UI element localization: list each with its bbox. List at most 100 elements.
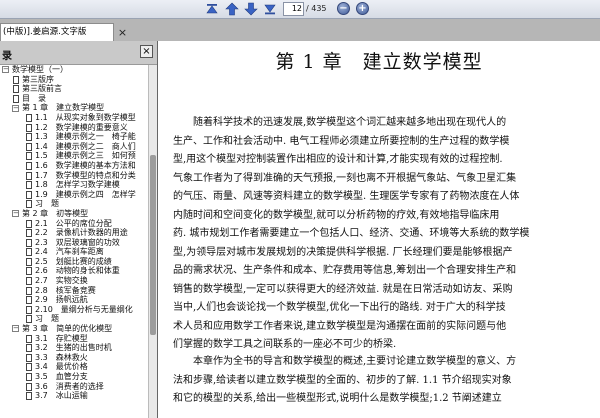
bookmark-label: 3.5 血管分支 xyxy=(35,372,88,381)
bookmark-label: 第三版前言 xyxy=(22,84,62,94)
bookmark-item[interactable]: − 第 2 章 初等模型 xyxy=(0,209,148,219)
text-line: 品的需求状况、生产条件和成本、贮存费用等信息,筹划出一个合理安排生产和 xyxy=(173,265,517,276)
bookmark-item[interactable]: 1.4 建模示例之二 商人们 xyxy=(0,142,148,152)
page-icon xyxy=(26,334,32,343)
page-icon xyxy=(26,152,32,161)
page-icon xyxy=(26,305,32,314)
text-line: 和它的模型的关系,给出一些模型形式,说明什么是数学模型;1.2 节阐述建立 xyxy=(173,393,502,404)
last-page-icon xyxy=(264,4,276,15)
bookmark-item[interactable]: 1.8 怎样学习数学建模 xyxy=(0,180,148,190)
prev-page-button[interactable] xyxy=(225,2,239,16)
page-icon xyxy=(26,123,32,132)
document-tab[interactable]: (中版)].姜启源.文字版 xyxy=(0,23,114,41)
page-icon xyxy=(26,142,32,151)
next-page-button[interactable] xyxy=(244,2,258,16)
bookmark-label: 1.5 建模示例之三 如何预 xyxy=(35,151,136,161)
bookmark-item[interactable]: 3.5 血管分支 xyxy=(0,372,148,382)
bookmark-label: 3.7 冰山运输 xyxy=(35,391,88,401)
bookmark-item[interactable]: 3.2 生猪的出售时机 xyxy=(0,343,148,353)
bookmark-item[interactable]: 1.9 建模示例之四 怎样学 xyxy=(0,190,148,200)
arrow-up-icon xyxy=(225,2,239,16)
page-icon xyxy=(26,353,32,362)
text-line: 当中,人们也会谈论找一个数学模型,优化一下出行的路线. 对于广大的科学技 xyxy=(173,302,506,313)
bookmark-item[interactable]: 2.6 动物的身长和体重 xyxy=(0,266,148,276)
bookmark-label: 2.4 汽车刹车距离 xyxy=(35,247,104,257)
bookmark-item[interactable]: − 第 1 章 建立数学模型 xyxy=(0,103,148,113)
bookmark-item[interactable]: 习 题 xyxy=(0,314,148,324)
bookmark-label: 2.1 公平的席位分配 xyxy=(35,218,112,228)
bookmark-label: 1.9 建模示例之四 怎样学 xyxy=(35,189,136,199)
bookmark-item[interactable]: 3.7 冰山运输 xyxy=(0,391,148,401)
bookmark-item[interactable]: 2.9 扬帆远航 xyxy=(0,295,148,305)
close-icon[interactable]: × xyxy=(116,26,129,39)
bookmark-item[interactable]: 2.10 量纲分析与无量纲化 xyxy=(0,305,148,315)
bookmarks-sidebar: 录 × − 数学模型（一） 第三版序 第三版前言目 录 − 第 1 章 建立数学模型 1.1… xyxy=(0,41,158,418)
bookmark-item[interactable]: 2.2 录像机计数器的用途 xyxy=(0,228,148,238)
collapse-icon[interactable]: − xyxy=(12,104,19,112)
text-line: 药. 城市规划工作者需要建立一个包括人口、经济、交通、环境等大系统的数学模 xyxy=(173,228,530,239)
bookmark-item[interactable]: 习 题 xyxy=(0,199,148,209)
page-icon xyxy=(26,171,32,180)
arrow-down-icon xyxy=(244,2,258,16)
bookmark-item[interactable]: 2.3 双层玻璃窗的功效 xyxy=(0,238,148,248)
text-line: 型,为领导层对城市发展规划的决策提供科学根据. 厂长经理们要是能够根据产 xyxy=(173,246,513,258)
bookmark-item[interactable]: 1.6 数学建模的基本方法和 xyxy=(0,161,148,171)
bookmark-item[interactable]: 1.7 数学模型的特点和分类 xyxy=(0,171,148,181)
text-line: 内随时间和空间变化的数学模型,就可以分析药物的疗效,有效地指导临床用 xyxy=(173,209,500,221)
bookmark-item[interactable]: 1.5 建模示例之三 如何预 xyxy=(0,151,148,161)
bookmark-label: 2.9 扬帆远航 xyxy=(35,295,88,305)
bookmark-item[interactable]: 第三版前言 xyxy=(0,84,148,94)
bookmark-item[interactable]: 3.6 消费者的选择 xyxy=(0,382,148,392)
bookmark-item[interactable]: 2.1 公平的席位分配 xyxy=(0,219,148,229)
bookmark-label: 1.8 怎样学习数学建模 xyxy=(35,180,120,190)
bookmark-item[interactable]: 2.4 汽车刹车距离 xyxy=(0,247,148,257)
bookmark-item[interactable]: 2.8 核军备竞赛 xyxy=(0,286,148,296)
bookmark-label: 第三版序 xyxy=(22,74,54,84)
bookmark-label: 3.2 生猪的出售时机 xyxy=(35,343,112,353)
bookmark-item[interactable]: − 数学模型（一） xyxy=(0,65,148,75)
document-page: 第 1 章 建立数学模型 随着科学技术的迅速发展,数学模型这个词汇越来越多地出现… xyxy=(158,41,600,418)
bookmark-item[interactable]: 1.3 建模示例之一 椅子能 xyxy=(0,132,148,142)
collapse-icon[interactable]: − xyxy=(12,325,19,333)
bookmark-item[interactable]: 2.7 实物交换 xyxy=(0,276,148,286)
bookmark-label: 2.3 双层玻璃窗的功效 xyxy=(35,237,120,247)
zoom-out-icon: − xyxy=(339,2,348,14)
bookmark-item[interactable]: 1.2 数学建模的重要意义 xyxy=(0,123,148,133)
zoom-out-button[interactable]: − xyxy=(337,2,350,15)
collapse-icon[interactable]: − xyxy=(2,66,9,74)
page-icon xyxy=(13,75,19,84)
collapse-icon[interactable]: − xyxy=(12,210,19,218)
page-icon xyxy=(26,267,32,276)
bookmark-label: 数学模型（一） xyxy=(12,65,68,74)
page-icon xyxy=(13,94,19,103)
scrollbar-thumb[interactable] xyxy=(150,155,156,335)
page-icon xyxy=(26,277,32,286)
text-line: 术人员和应用数学工作者来说,建立数学模型是沟通摆在面前的实际问题与他 xyxy=(173,320,507,332)
bookmark-item[interactable]: 目 录 xyxy=(0,94,148,104)
zoom-in-button[interactable]: + xyxy=(356,2,369,15)
bookmark-label: 1.2 数学建模的重要意义 xyxy=(35,122,128,132)
bookmark-item[interactable]: 3.1 存贮模型 xyxy=(0,334,148,344)
page-icon xyxy=(26,200,32,209)
bookmark-label: 1.1 从现实对象到数学模型 xyxy=(35,112,136,122)
bookmark-item[interactable]: 第三版序 xyxy=(0,75,148,85)
bookmark-item[interactable]: 3.4 最优价格 xyxy=(0,362,148,372)
page-icon xyxy=(26,219,32,228)
bookmark-label: 1.6 数学建模的基本方法和 xyxy=(35,160,136,170)
page-icon xyxy=(26,181,32,190)
page-icon xyxy=(26,296,32,305)
page-icon xyxy=(26,392,32,401)
close-icon[interactable]: × xyxy=(140,45,153,58)
bookmark-label: 第 1 章 建立数学模型 xyxy=(22,103,105,113)
bookmark-label: 1.7 数学模型的特点和分类 xyxy=(35,170,136,180)
sidebar-scrollbar[interactable] xyxy=(148,65,157,418)
bookmark-label: 1.4 建模示例之二 商人们 xyxy=(35,141,136,151)
first-page-button[interactable] xyxy=(205,2,219,16)
bookmark-label: 第 2 章 初等模型 xyxy=(22,208,89,218)
last-page-button[interactable] xyxy=(263,2,277,16)
bookmark-item[interactable]: − 第 3 章 简单的优化模型 xyxy=(0,324,148,334)
bookmark-item[interactable]: 1.1 从现实对象到数学模型 xyxy=(0,113,148,123)
page-number-input[interactable] xyxy=(283,2,304,16)
body-paragraph: 本章作为全书的导言和数学模型的概述,主要讨论建立数学模型的意义、方 法和步骤,给读… xyxy=(173,353,591,409)
bookmark-item[interactable]: 3.3 森林救火 xyxy=(0,353,148,363)
